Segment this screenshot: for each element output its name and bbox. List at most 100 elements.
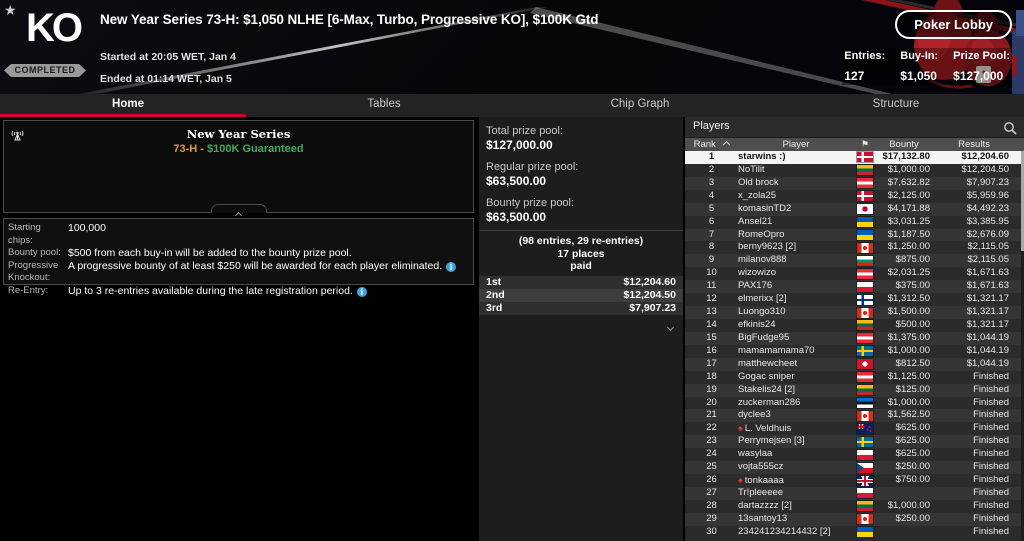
column-flag[interactable]: ⚑ bbox=[854, 138, 876, 151]
tab-structure[interactable]: Structure bbox=[768, 94, 1024, 117]
table-row[interactable]: 12 elmerixx [2] $1,312.50 $1,321.17 bbox=[685, 293, 1024, 307]
players-titlebar: Players bbox=[685, 117, 1024, 138]
table-row[interactable]: 22 ♠ L. Veldhuis $625.00 Finished bbox=[685, 422, 1024, 436]
player-rank: 22 bbox=[706, 422, 717, 434]
table-row[interactable]: 15 BigFudge95 $1,375.00 $1,044.19 bbox=[685, 331, 1024, 345]
payout-place: 1st bbox=[486, 275, 502, 288]
player-result: Finished bbox=[973, 435, 1009, 447]
stat-buy-in: Buy-In: $1,050 bbox=[900, 50, 938, 83]
poker-lobby-button[interactable]: Poker Lobby bbox=[895, 10, 1012, 39]
collapse-banner-button[interactable] bbox=[210, 204, 267, 220]
info-icon[interactable]: i bbox=[446, 261, 457, 272]
flag-icon-ca bbox=[857, 514, 873, 525]
info-label: Re-Entry: bbox=[8, 284, 49, 296]
flag-icon-ua bbox=[857, 217, 873, 228]
payout-row-2nd: 2nd $12,204.50 bbox=[479, 288, 683, 302]
status-badge: COMPLETED bbox=[4, 64, 86, 77]
player-flag-cell bbox=[854, 319, 876, 332]
player-flag-cell bbox=[854, 487, 876, 500]
player-bounty: $1,125.00 bbox=[887, 370, 930, 382]
player-bounty: $4,171.88 bbox=[887, 202, 930, 214]
player-result: $12,204.50 bbox=[961, 163, 1009, 175]
table-row[interactable]: 2 NoTilit $1,000.00 $12,204.50 bbox=[685, 163, 1024, 177]
player-rank: 29 bbox=[706, 512, 717, 524]
player-rank: 23 bbox=[706, 435, 717, 447]
column-player[interactable]: Player bbox=[738, 138, 854, 151]
regular-prize-value: $63,500.00 bbox=[486, 174, 547, 188]
live-broadcast-icon[interactable] bbox=[10, 127, 25, 142]
flag-icon-gb bbox=[857, 475, 873, 486]
search-icon[interactable] bbox=[1002, 120, 1018, 136]
table-row[interactable]: 20 zuckerman286 $1,000.00 Finished bbox=[685, 396, 1024, 410]
bounty-prize-value: $63,500.00 bbox=[486, 210, 547, 224]
flag-icon-ua bbox=[857, 527, 873, 538]
table-row[interactable]: 6 Ansel21 $3,031.25 $3,385.95 bbox=[685, 215, 1024, 229]
bounty-prize-label: Bounty prize pool: bbox=[486, 197, 575, 209]
player-flag-cell bbox=[854, 461, 876, 474]
player-flag-cell bbox=[854, 190, 876, 203]
player-flag-cell bbox=[854, 216, 876, 229]
flag-icon-ua bbox=[857, 230, 873, 240]
tab-tables[interactable]: Tables bbox=[256, 94, 512, 117]
tab-home[interactable]: Home bbox=[0, 94, 256, 117]
table-row[interactable]: 5 komasinTD2 $4,171.88 $4,492.23 bbox=[685, 202, 1024, 216]
column-bounty[interactable]: Bounty bbox=[876, 138, 932, 151]
series-subtitle: 73-H - $100K Guaranteed bbox=[173, 143, 304, 155]
player-name: starwins :) bbox=[738, 151, 786, 162]
column-rank[interactable]: Rank bbox=[685, 138, 738, 151]
player-flag-cell bbox=[854, 409, 876, 422]
table-row[interactable]: 23 Perrymejsen [3] $625.00 Finished bbox=[685, 435, 1024, 449]
table-row[interactable]: 19 Stakelis24 [2] $125.00 Finished bbox=[685, 383, 1024, 397]
player-name: 13santoy13 bbox=[738, 512, 788, 524]
player-rank: 20 bbox=[706, 396, 717, 408]
player-name: x_zola25 bbox=[738, 189, 777, 201]
table-row[interactable]: 24 wasylaa $625.00 Finished bbox=[685, 448, 1024, 462]
player-bounty: $250.00 bbox=[895, 512, 930, 524]
table-row[interactable]: 9 milanov888 $875.00 $2,115.05 bbox=[685, 254, 1024, 268]
table-row[interactable]: 17 matthewcheet $812.50 $1,044.19 bbox=[685, 357, 1024, 371]
favorite-star-icon[interactable]: ★ bbox=[4, 2, 17, 19]
player-bounty: $1,000.00 bbox=[887, 396, 930, 408]
player-bounty: $500.00 bbox=[895, 318, 930, 330]
player-flag-cell bbox=[854, 306, 876, 319]
payout-amount: $12,204.60 bbox=[623, 275, 676, 288]
table-row[interactable]: 16 mamamamama70 $1,000.00 $1,044.19 bbox=[685, 344, 1024, 358]
info-value: $500 from each buy-in will be added to t… bbox=[68, 247, 352, 259]
table-row[interactable]: 25 vojta555cz $250.00 Finished bbox=[685, 461, 1024, 475]
table-row[interactable]: 30 234241234214432 [2] Finished bbox=[685, 525, 1024, 539]
table-row[interactable]: 28 dartazzzz [2] $1,000.00 Finished bbox=[685, 499, 1024, 513]
player-name: zuckerman286 bbox=[738, 396, 801, 408]
table-row[interactable]: 29 13santoy13 $250.00 Finished bbox=[685, 512, 1024, 526]
table-row[interactable]: 11 PAX176 $375.00 $1,671.63 bbox=[685, 280, 1024, 294]
expand-payouts-button[interactable] bbox=[479, 315, 683, 335]
info-icon[interactable]: i bbox=[356, 286, 367, 297]
player-flag-cell bbox=[854, 254, 876, 267]
player-result: Finished bbox=[973, 383, 1009, 395]
table-row[interactable]: 4 x_zola25 $2,125.00 $5,959.96 bbox=[685, 189, 1024, 203]
table-row[interactable]: 3 Old brock $7,632.82 $7,907.23 bbox=[685, 176, 1024, 190]
flag-icon-at bbox=[857, 333, 873, 344]
info-value: Up to 3 re-entries available during the … bbox=[68, 285, 469, 298]
table-row[interactable]: 14 efkinis24 $500.00 $1,321.17 bbox=[685, 318, 1024, 332]
table-row[interactable]: 18 Gogac sniper $1,125.00 Finished bbox=[685, 370, 1024, 384]
player-flag-cell bbox=[854, 526, 876, 539]
player-rank: 18 bbox=[706, 370, 717, 382]
table-row[interactable]: 13 Luongo310 $1,500.00 $1,321.17 bbox=[685, 306, 1024, 319]
player-rank: 28 bbox=[706, 499, 717, 511]
player-rank: 12 bbox=[706, 293, 717, 305]
sort-asc-icon bbox=[723, 140, 731, 149]
player-result: Finished bbox=[973, 448, 1009, 460]
entries-line: (98 entries, 29 re-entries) bbox=[518, 235, 644, 247]
table-row[interactable]: 27 Tr!pleeeee Finished bbox=[685, 486, 1024, 500]
column-results[interactable]: Results bbox=[932, 138, 1016, 151]
player-name: berny9623 [2] bbox=[738, 241, 797, 253]
table-row[interactable]: 1 starwins :) $17,132.80 $12,204.60 bbox=[685, 151, 1024, 164]
table-row[interactable]: 7 RomeOpro $1,187.50 $2,676.09 bbox=[685, 228, 1024, 242]
table-row[interactable]: 26 ♠ tonkaaaa $750.00 Finished bbox=[685, 474, 1024, 487]
payout-row-3rd: 3rd $7,907.23 bbox=[479, 301, 683, 315]
series-code: 73-H bbox=[173, 143, 198, 155]
table-row[interactable]: 21 dyclee3 $1,562.50 Finished bbox=[685, 409, 1024, 423]
table-row[interactable]: 10 wizowizo $2,031.25 $1,671.63 bbox=[685, 267, 1024, 281]
table-row[interactable]: 8 berny9623 [2] $1,250.00 $2,115.05 bbox=[685, 241, 1024, 255]
tab-chip-graph[interactable]: Chip Graph bbox=[512, 94, 768, 117]
